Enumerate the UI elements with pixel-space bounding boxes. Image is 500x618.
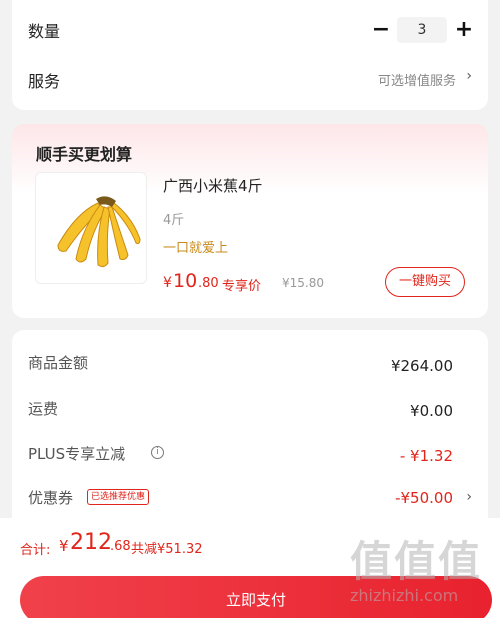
- shipping-value: ¥0.00: [410, 402, 453, 420]
- total-label: 合计:: [20, 543, 51, 558]
- info-icon[interactable]: i: [151, 446, 164, 459]
- chevron-right-icon[interactable]: ›: [466, 489, 472, 505]
- banana-icon: [57, 196, 141, 268]
- price-decimal: .80: [198, 276, 219, 291]
- banana-bunch-image[interactable]: [35, 172, 147, 284]
- quantity-increase-button[interactable]: +: [453, 19, 475, 41]
- bundle-title: 顺手买更划算: [36, 145, 133, 164]
- coupon-value[interactable]: -¥50.00: [395, 489, 453, 507]
- coupon-recommended-badge: 已选推荐优惠: [87, 489, 150, 505]
- quantity-input[interactable]: 3: [397, 17, 447, 43]
- goods-amount-value: ¥264.00: [390, 357, 453, 375]
- pay-now-button[interactable]: 立即支付: [20, 576, 492, 618]
- checkout-bar: 合计: ¥ 212 .68 共减¥51.32 立即支付: [0, 518, 500, 618]
- total-saved: 共减¥51.32: [131, 542, 203, 557]
- quantity-service-card: 数量 − 3 + 服务 可选增值服务 ›: [12, 0, 488, 110]
- shipping-label: 运费: [28, 400, 59, 418]
- service-option-link[interactable]: 可选增值服务: [378, 70, 456, 89]
- product-name[interactable]: 广西小米蕉4斤: [163, 175, 263, 196]
- coupon-label: 优惠券: [28, 489, 74, 507]
- exclusive-price-tag: 专享价: [222, 279, 262, 294]
- original-price: ¥15.80: [282, 276, 324, 290]
- bundle-deal-card: 顺手买更划算 广西小米蕉4斤 4斤 一口就爱上 ¥ 10 .80 专享价 ¥15…: [12, 124, 488, 318]
- order-summary-card: 商品金额 ¥264.00 运费 ¥0.00 PLUS专享立减 i - ¥1.32…: [12, 330, 488, 530]
- plus-discount-value: - ¥1.32: [399, 447, 453, 465]
- product-spec: 4斤: [163, 213, 185, 228]
- quantity-label: 数量: [28, 22, 61, 41]
- price-currency: ¥: [163, 275, 172, 291]
- goods-amount-label: 商品金额: [28, 354, 89, 372]
- total-integer: 212: [70, 530, 112, 555]
- product-slogan: 一口就爱上: [163, 241, 229, 256]
- total-currency: ¥: [59, 537, 69, 555]
- total-decimal: .68: [110, 539, 131, 554]
- one-click-buy-button[interactable]: 一键购买: [385, 267, 465, 297]
- plus-discount-label: PLUS专享立减: [28, 445, 126, 463]
- service-label: 服务: [28, 72, 61, 91]
- chevron-right-icon[interactable]: ›: [466, 68, 472, 84]
- price-integer: 10: [173, 270, 198, 292]
- quantity-decrease-button[interactable]: −: [370, 19, 392, 41]
